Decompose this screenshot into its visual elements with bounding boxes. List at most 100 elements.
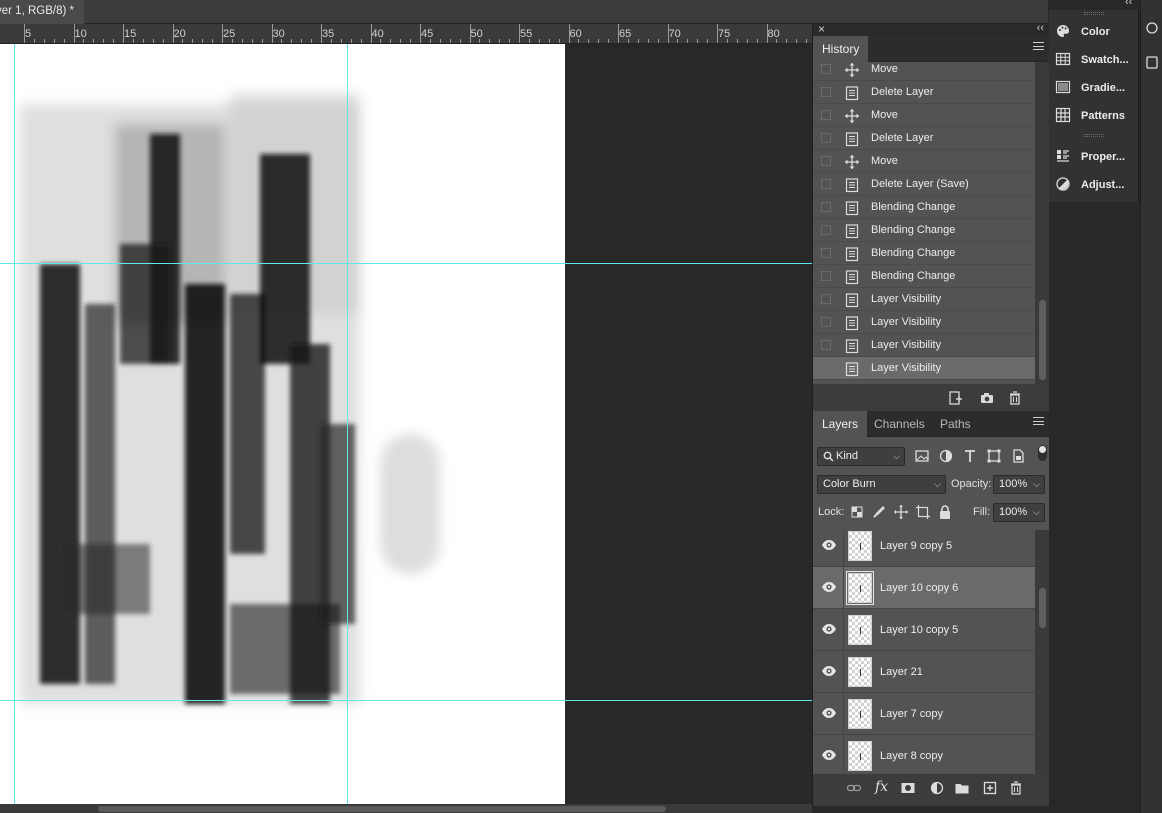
adjustment-layer-filter-icon[interactable]: [938, 448, 954, 464]
trash-icon[interactable]: [1008, 780, 1024, 796]
canvas-workspace[interactable]: [0, 44, 812, 804]
history-snapshot-checkbox[interactable]: [821, 156, 831, 166]
layer-row[interactable]: Layer 10 copy 5: [813, 609, 1035, 651]
layer-row[interactable]: Layer 10 copy 6: [813, 567, 1035, 609]
smart-object-filter-icon[interactable]: [1010, 448, 1026, 464]
vertical-guide[interactable]: [347, 44, 348, 804]
layer-thumbnail[interactable]: [846, 571, 874, 605]
filter-toggle[interactable]: [1038, 445, 1047, 461]
blend-mode-select[interactable]: Color Burn ⌵: [817, 475, 946, 494]
history-item[interactable]: Move: [813, 150, 1035, 173]
layers-panel-menu-icon[interactable]: [1033, 417, 1044, 429]
history-item[interactable]: Blending Change: [813, 219, 1035, 242]
layer-filter-kind-select[interactable]: Kind ⌵: [817, 447, 905, 466]
history-snapshot-checkbox[interactable]: [821, 271, 831, 281]
layer-row[interactable]: Layer 7 copy: [813, 693, 1035, 735]
history-item[interactable]: Layer Visibility: [813, 288, 1035, 311]
dock-item-grid[interactable]: Swatch...: [1049, 46, 1139, 74]
layer-thumbnail[interactable]: [848, 699, 872, 729]
history-snapshot-checkbox[interactable]: [821, 340, 831, 350]
layers-scrollbar-thumb[interactable]: [1039, 588, 1046, 628]
history-snapshot-checkbox[interactable]: [821, 202, 831, 212]
dock-item-gradient[interactable]: Gradie...: [1049, 74, 1139, 102]
lock-position-icon[interactable]: [893, 504, 909, 520]
history-item[interactable]: Layer Visibility: [813, 357, 1035, 380]
history-list[interactable]: Move Delete Layer Move Delete Layer Move Dele…: [813, 62, 1035, 384]
close-icon[interactable]: ×: [818, 22, 825, 36]
dock-item-properties[interactable]: Proper...: [1049, 143, 1139, 171]
new-adjustment-layer-icon[interactable]: [929, 780, 945, 796]
horizontal-scrollbar-thumb[interactable]: [98, 806, 666, 812]
document-tab[interactable]: yer 1, RGB/8) *: [0, 0, 84, 24]
history-item[interactable]: Blending Change: [813, 265, 1035, 288]
layers-scrollbar[interactable]: [1035, 530, 1050, 774]
dock-item-patterns[interactable]: Patterns: [1049, 102, 1139, 130]
opacity-input[interactable]: 100% ⌵: [993, 475, 1045, 494]
lock-all-icon[interactable]: [937, 504, 953, 520]
camera-icon[interactable]: [979, 390, 995, 406]
fx-icon[interactable]: fx: [875, 779, 891, 795]
history-panel-menu-icon[interactable]: [1033, 42, 1044, 54]
learn-icon[interactable]: [1145, 20, 1159, 36]
lock-transparent-pixels-icon[interactable]: [849, 504, 865, 520]
layer-thumbnail[interactable]: [848, 615, 872, 645]
new-layer-icon[interactable]: [982, 780, 998, 796]
layer-row[interactable]: Layer 8 copy: [813, 735, 1035, 774]
history-item[interactable]: Blending Change: [813, 196, 1035, 219]
history-snapshot-checkbox[interactable]: [821, 179, 831, 189]
trash-icon[interactable]: [1007, 390, 1023, 406]
history-snapshot-checkbox[interactable]: [821, 248, 831, 258]
tab-paths[interactable]: Paths: [931, 411, 980, 437]
shape-layer-filter-icon[interactable]: [986, 448, 1002, 464]
horizontal-guide[interactable]: [0, 700, 812, 701]
history-item[interactable]: Layer Visibility: [813, 334, 1035, 357]
layers-list[interactable]: Layer 9 copy 5 Layer 10 copy 6 Layer 10 co…: [813, 530, 1035, 774]
history-snapshot-checkbox[interactable]: [821, 363, 831, 373]
history-item[interactable]: Delete Layer (Save): [813, 173, 1035, 196]
tab-layers[interactable]: Layers: [813, 411, 868, 437]
history-snapshot-checkbox[interactable]: [821, 87, 831, 97]
new-document-from-state-icon[interactable]: [947, 390, 963, 406]
history-snapshot-checkbox[interactable]: [821, 133, 831, 143]
history-snapshot-checkbox[interactable]: [821, 225, 831, 235]
history-scrollbar[interactable]: [1035, 62, 1050, 384]
libraries-icon[interactable]: [1145, 54, 1159, 70]
history-scrollbar-thumb[interactable]: [1039, 300, 1046, 380]
eye-icon[interactable]: [821, 705, 837, 721]
vertical-guide[interactable]: [14, 44, 15, 804]
dock-item-palette[interactable]: Color: [1049, 18, 1139, 46]
dock-item-adjust[interactable]: Adjust...: [1049, 171, 1139, 199]
collapse-chevron-icon[interactable]: ‹‹: [1125, 0, 1132, 8]
horizontal-ruler[interactable]: 5 10 15 20 25 30 35 40 45 50 55 60 65 70 75 80: [0, 24, 812, 44]
eye-icon[interactable]: [821, 579, 837, 595]
tab-history[interactable]: History: [813, 36, 869, 62]
type-layer-filter-icon[interactable]: [962, 448, 978, 464]
link-layers-icon[interactable]: [846, 780, 862, 796]
document-canvas[interactable]: [0, 44, 565, 804]
fill-input[interactable]: 100% ⌵: [993, 503, 1045, 522]
history-snapshot-checkbox[interactable]: [821, 64, 831, 74]
add-mask-icon[interactable]: [900, 780, 916, 796]
history-snapshot-checkbox[interactable]: [821, 294, 831, 304]
horizontal-scrollbar[interactable]: [0, 804, 812, 813]
history-item[interactable]: Delete Layer: [813, 81, 1035, 104]
eye-icon[interactable]: [821, 747, 837, 763]
lock-image-pixels-icon[interactable]: [871, 504, 887, 520]
eye-icon[interactable]: [821, 621, 837, 637]
layer-row[interactable]: Layer 21: [813, 651, 1035, 693]
history-item[interactable]: Delete Layer: [813, 127, 1035, 150]
tab-channels[interactable]: Channels: [865, 411, 934, 437]
history-snapshot-checkbox[interactable]: [821, 110, 831, 120]
lock-artboard-icon[interactable]: [915, 504, 931, 520]
layer-thumbnail[interactable]: [848, 741, 872, 771]
folder-icon[interactable]: [954, 780, 970, 796]
horizontal-guide[interactable]: [0, 263, 812, 264]
drag-grip[interactable]: [1084, 12, 1104, 15]
drag-grip[interactable]: [1084, 134, 1104, 137]
pixel-layer-filter-icon[interactable]: [914, 448, 930, 464]
layer-thumbnail[interactable]: [848, 531, 872, 561]
history-snapshot-checkbox[interactable]: [821, 317, 831, 327]
layer-row[interactable]: Layer 9 copy 5: [813, 530, 1035, 567]
eye-icon[interactable]: [821, 537, 837, 553]
collapse-chevron-icon[interactable]: ‹‹: [1037, 22, 1044, 34]
